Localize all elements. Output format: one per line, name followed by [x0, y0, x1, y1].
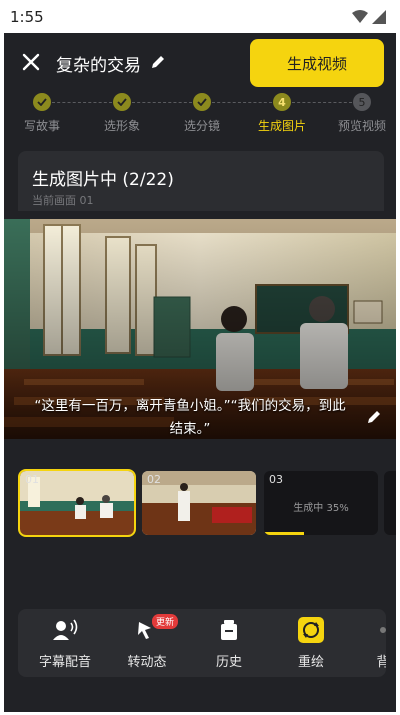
page-title: 复杂的交易	[56, 56, 141, 76]
step-write-story[interactable]: 写故事	[12, 93, 72, 134]
generation-progress-bar	[264, 532, 304, 535]
check-icon	[113, 93, 131, 111]
scene-image[interactable]: “这里有一百万，离开青鱼小姐。”“我们的交易，到此结束。”	[4, 219, 396, 439]
tool-label: 字幕配音	[38, 655, 91, 670]
history-icon	[194, 617, 264, 643]
check-icon	[33, 93, 51, 111]
background-icon	[348, 617, 386, 643]
step-choose-character[interactable]: 选形象	[92, 93, 152, 134]
step-label: 选形象	[103, 119, 140, 133]
step-generate-images[interactable]: 4 生成图片	[252, 93, 312, 134]
current-frame-label: 当前画面 01	[32, 194, 94, 207]
step-label: 生成图片	[257, 119, 306, 133]
to-motion-button[interactable]: 更新 转动态	[112, 614, 182, 670]
tool-label: 历史	[215, 655, 242, 670]
close-icon[interactable]	[18, 49, 44, 75]
generate-video-button[interactable]: 生成视频	[250, 39, 384, 87]
background-button[interactable]: 背	[348, 617, 386, 670]
tool-label: 重绘	[297, 655, 324, 670]
thumbnail-number: 02	[147, 473, 161, 486]
history-button[interactable]: 历史	[194, 617, 264, 670]
top-bar: 复杂的交易 生成视频	[4, 33, 396, 95]
step-preview-video[interactable]: 5 预览视频	[332, 93, 392, 134]
wifi-icon	[352, 10, 368, 23]
status-bar: 1:55	[0, 0, 400, 33]
step-label: 写故事	[23, 119, 60, 133]
step-number: 4	[273, 93, 291, 111]
app-screen: 复杂的交易 生成视频 写故事 选形象 选分镜 4 生成图片 5 预览视频 生成图…	[4, 33, 396, 712]
frame-thumbnails: 01 02 03 生成中 35%	[4, 469, 396, 539]
step-label: 预览视频	[337, 119, 386, 133]
subtitle-voiceover-button[interactable]: 字幕配音	[30, 617, 100, 670]
thumbnail-04[interactable]	[384, 471, 396, 535]
redraw-button[interactable]: 重绘	[276, 617, 346, 670]
generation-status: 生成中 35%	[293, 503, 349, 514]
thumbnail-01[interactable]: 01	[18, 469, 136, 537]
check-icon	[193, 93, 211, 111]
tool-label: 背	[376, 655, 386, 670]
step-progress: 写故事 选形象 选分镜 4 生成图片 5 预览视频	[4, 93, 396, 141]
edit-title-icon[interactable]	[150, 54, 166, 70]
progress-panel: 生成图片中 (2/22) 当前画面 01	[18, 151, 384, 211]
progress-heading: 生成图片中 (2/22)	[32, 170, 174, 190]
thumbnail-02[interactable]: 02	[142, 471, 256, 535]
scene-subtitle: “这里有一百万，离开青鱼小姐。”“我们的交易，到此结束。”	[34, 398, 346, 437]
edit-subtitle-icon[interactable]	[366, 409, 382, 425]
bottom-toolbar: 字幕配音 更新 转动态 历史 重绘 背	[18, 609, 386, 677]
tool-label: 转动态	[127, 655, 167, 670]
step-number: 5	[353, 93, 371, 111]
update-badge: 更新	[152, 614, 179, 629]
step-label: 选分镜	[183, 119, 220, 133]
status-icons	[352, 10, 386, 24]
thumbnail-03[interactable]: 03 生成中 35%	[264, 471, 378, 535]
thumbnail-number: 03	[269, 473, 283, 486]
status-time: 1:55	[10, 8, 44, 26]
voiceover-icon	[30, 617, 100, 643]
signal-icon	[372, 10, 386, 24]
thumbnail-number: 01	[25, 473, 39, 486]
step-choose-storyboard[interactable]: 选分镜	[172, 93, 232, 134]
redraw-icon	[276, 617, 346, 643]
